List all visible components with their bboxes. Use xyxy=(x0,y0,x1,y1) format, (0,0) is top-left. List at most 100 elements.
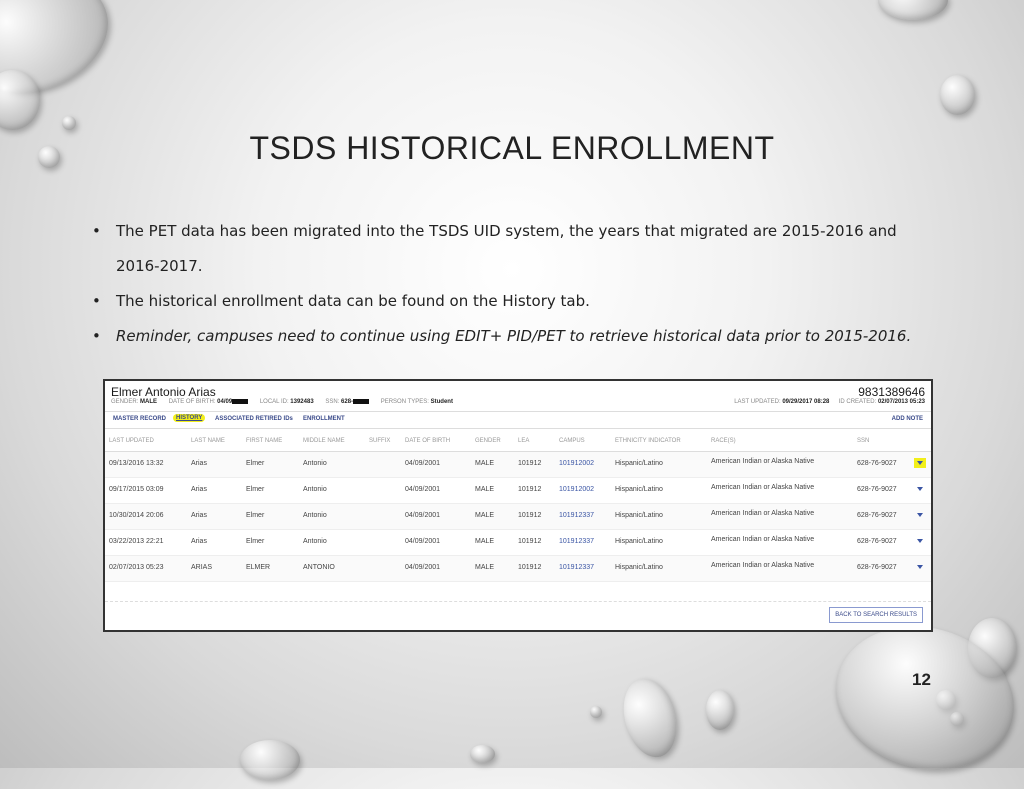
cell-ethnicity: Hispanic/Latino xyxy=(615,538,663,545)
column-header: CAMPUS xyxy=(559,438,585,444)
cell-gender: MALE xyxy=(475,486,495,493)
person-name: Elmer Antonio Arias xyxy=(111,385,216,399)
dob-value: 04/09 xyxy=(217,399,233,406)
cell-last-name: Arias xyxy=(191,460,207,467)
cell-middle-name: ANTONIO xyxy=(303,564,335,571)
cell-gender: MALE xyxy=(475,564,495,571)
history-screenshot: Elmer Antonio Arias 9831389646 GENDER: M… xyxy=(103,379,933,632)
back-to-search-results-button[interactable]: BACK TO SEARCH RESULTS xyxy=(829,607,923,623)
cell-first-name: Elmer xyxy=(246,512,265,519)
redaction-bar xyxy=(232,399,249,404)
cell-last-name: Arias xyxy=(191,512,207,519)
cell-race: American Indian or Alaska Native xyxy=(711,562,815,569)
column-header: GENDER xyxy=(475,438,501,444)
tab-history[interactable]: HISTORY xyxy=(173,414,206,422)
cell-lea: 101912 xyxy=(518,512,542,519)
cell-first-name: Elmer xyxy=(246,486,265,493)
cell-lea: 101912 xyxy=(518,460,542,467)
cell-last-updated: 03/22/2013 22:21 xyxy=(109,538,164,545)
column-header: LEA xyxy=(518,438,530,444)
last-updated-value: 09/29/2017 08:28 xyxy=(782,399,830,405)
bullet-item: The historical enrollment data can be fo… xyxy=(92,284,922,319)
cell-last-updated: 09/13/2016 13:32 xyxy=(109,460,164,467)
record-header: Elmer Antonio Arias 9831389646 GENDER: M… xyxy=(105,381,931,411)
add-note-button[interactable]: ADD NOTE xyxy=(892,416,923,422)
tab-enrollment[interactable]: ENROLLMENT xyxy=(303,416,345,422)
column-header: LAST UPDATED xyxy=(109,438,154,444)
cell-dob: 04/09/2001 xyxy=(405,486,441,493)
column-header: SUFFIX xyxy=(369,438,391,444)
tab-master-record[interactable]: MASTER RECORD xyxy=(113,416,166,422)
table-row[interactable]: 03/22/2013 22:21 Arias Elmer Antonio 04/… xyxy=(105,530,931,556)
cell-campus-link[interactable]: 101912337 xyxy=(559,512,594,519)
cell-ethnicity: Hispanic/Latino xyxy=(615,564,663,571)
person-types-value: Student xyxy=(430,399,453,406)
person-types-label: PERSON TYPES: xyxy=(380,399,429,406)
table-row[interactable]: 10/30/2014 20:06 Arias Elmer Antonio 04/… xyxy=(105,504,931,530)
local-id-value: 1392483 xyxy=(290,399,314,406)
id-created-label: ID CREATED: xyxy=(838,399,877,405)
cell-lea: 101912 xyxy=(518,486,542,493)
redaction-bar xyxy=(353,399,370,404)
table-row[interactable]: 02/07/2013 05:23 ARIAS ELMER ANTONIO 04/… xyxy=(105,556,931,582)
cell-lea: 101912 xyxy=(518,564,542,571)
cell-middle-name: Antonio xyxy=(303,460,327,467)
cell-first-name: Elmer xyxy=(246,460,265,467)
last-updated-label: LAST UPDATED: xyxy=(734,399,781,405)
record-meta: GENDER: MALE DATE OF BIRTH: 04/09 LOCAL … xyxy=(111,399,453,405)
record-tabs: MASTER RECORD HISTORY ASSOCIATED RETIRED… xyxy=(105,411,931,429)
expand-caret-icon[interactable] xyxy=(917,539,923,543)
tab-associated-retired-ids[interactable]: ASSOCIATED RETIRED IDs xyxy=(215,416,293,422)
cell-ssn: 628-76-9027 xyxy=(857,538,897,545)
cell-race: American Indian or Alaska Native xyxy=(711,536,815,543)
water-drop-decoration xyxy=(940,75,975,115)
cell-campus-link[interactable]: 101912337 xyxy=(559,564,594,571)
bullet-list: The PET data has been migrated into the … xyxy=(92,214,922,354)
gender-label: GENDER: xyxy=(111,399,139,406)
cell-race: American Indian or Alaska Native xyxy=(711,510,815,517)
bullet-item: Reminder, campuses need to continue usin… xyxy=(92,319,922,354)
dob-label: DATE OF BIRTH: xyxy=(168,399,216,406)
cell-campus-link[interactable]: 101912337 xyxy=(559,538,594,545)
local-id-label: LOCAL ID: xyxy=(259,399,289,406)
gender-value: MALE xyxy=(140,399,158,406)
cell-middle-name: Antonio xyxy=(303,512,327,519)
expand-caret-icon[interactable] xyxy=(917,487,923,491)
column-header: SSN xyxy=(857,438,870,444)
column-header: LAST NAME xyxy=(191,438,225,444)
cell-lea: 101912 xyxy=(518,538,542,545)
column-header: RACE(S) xyxy=(711,438,736,444)
cell-middle-name: Antonio xyxy=(303,486,327,493)
cell-ssn: 628-76-9027 xyxy=(857,460,897,467)
cell-dob: 04/09/2001 xyxy=(405,538,441,545)
cell-gender: MALE xyxy=(475,460,495,467)
cell-race: American Indian or Alaska Native xyxy=(711,484,815,491)
cell-race: American Indian or Alaska Native xyxy=(711,458,815,465)
cell-ethnicity: Hispanic/Latino xyxy=(615,512,663,519)
page-number: 12 xyxy=(912,670,931,689)
cell-dob: 04/09/2001 xyxy=(405,460,441,467)
cell-dob: 04/09/2001 xyxy=(405,564,441,571)
cell-last-name: ARIAS xyxy=(191,564,213,571)
expand-caret-icon[interactable] xyxy=(917,565,923,569)
cell-campus-link[interactable]: 101912002 xyxy=(559,460,594,467)
cell-first-name: Elmer xyxy=(246,538,265,545)
water-drop-decoration xyxy=(706,690,734,730)
cell-middle-name: Antonio xyxy=(303,538,327,545)
table-row[interactable]: 09/13/2016 13:32 Arias Elmer Antonio 04/… xyxy=(105,452,931,478)
cell-campus-link[interactable]: 101912002 xyxy=(559,486,594,493)
expand-caret-icon[interactable] xyxy=(917,461,923,465)
column-header: DATE OF BIRTH xyxy=(405,438,451,444)
table-header: LAST UPDATED LAST NAME FIRST NAME MIDDLE… xyxy=(105,429,931,452)
column-header: FIRST NAME xyxy=(246,438,283,444)
cell-last-name: Arias xyxy=(191,486,207,493)
slide-title: TSDS HISTORICAL ENROLLMENT xyxy=(249,130,775,166)
expand-caret-icon[interactable] xyxy=(917,513,923,517)
cell-last-updated: 02/07/2013 05:23 xyxy=(109,564,164,571)
cell-ssn: 628-76-9027 xyxy=(857,512,897,519)
water-drop-decoration xyxy=(878,0,948,20)
cell-last-name: Arias xyxy=(191,538,207,545)
table-row[interactable]: 09/17/2015 03:09 Arias Elmer Antonio 04/… xyxy=(105,478,931,504)
water-drop-decoration xyxy=(62,116,76,130)
id-created-value: 02/07/2013 05:23 xyxy=(877,399,925,405)
